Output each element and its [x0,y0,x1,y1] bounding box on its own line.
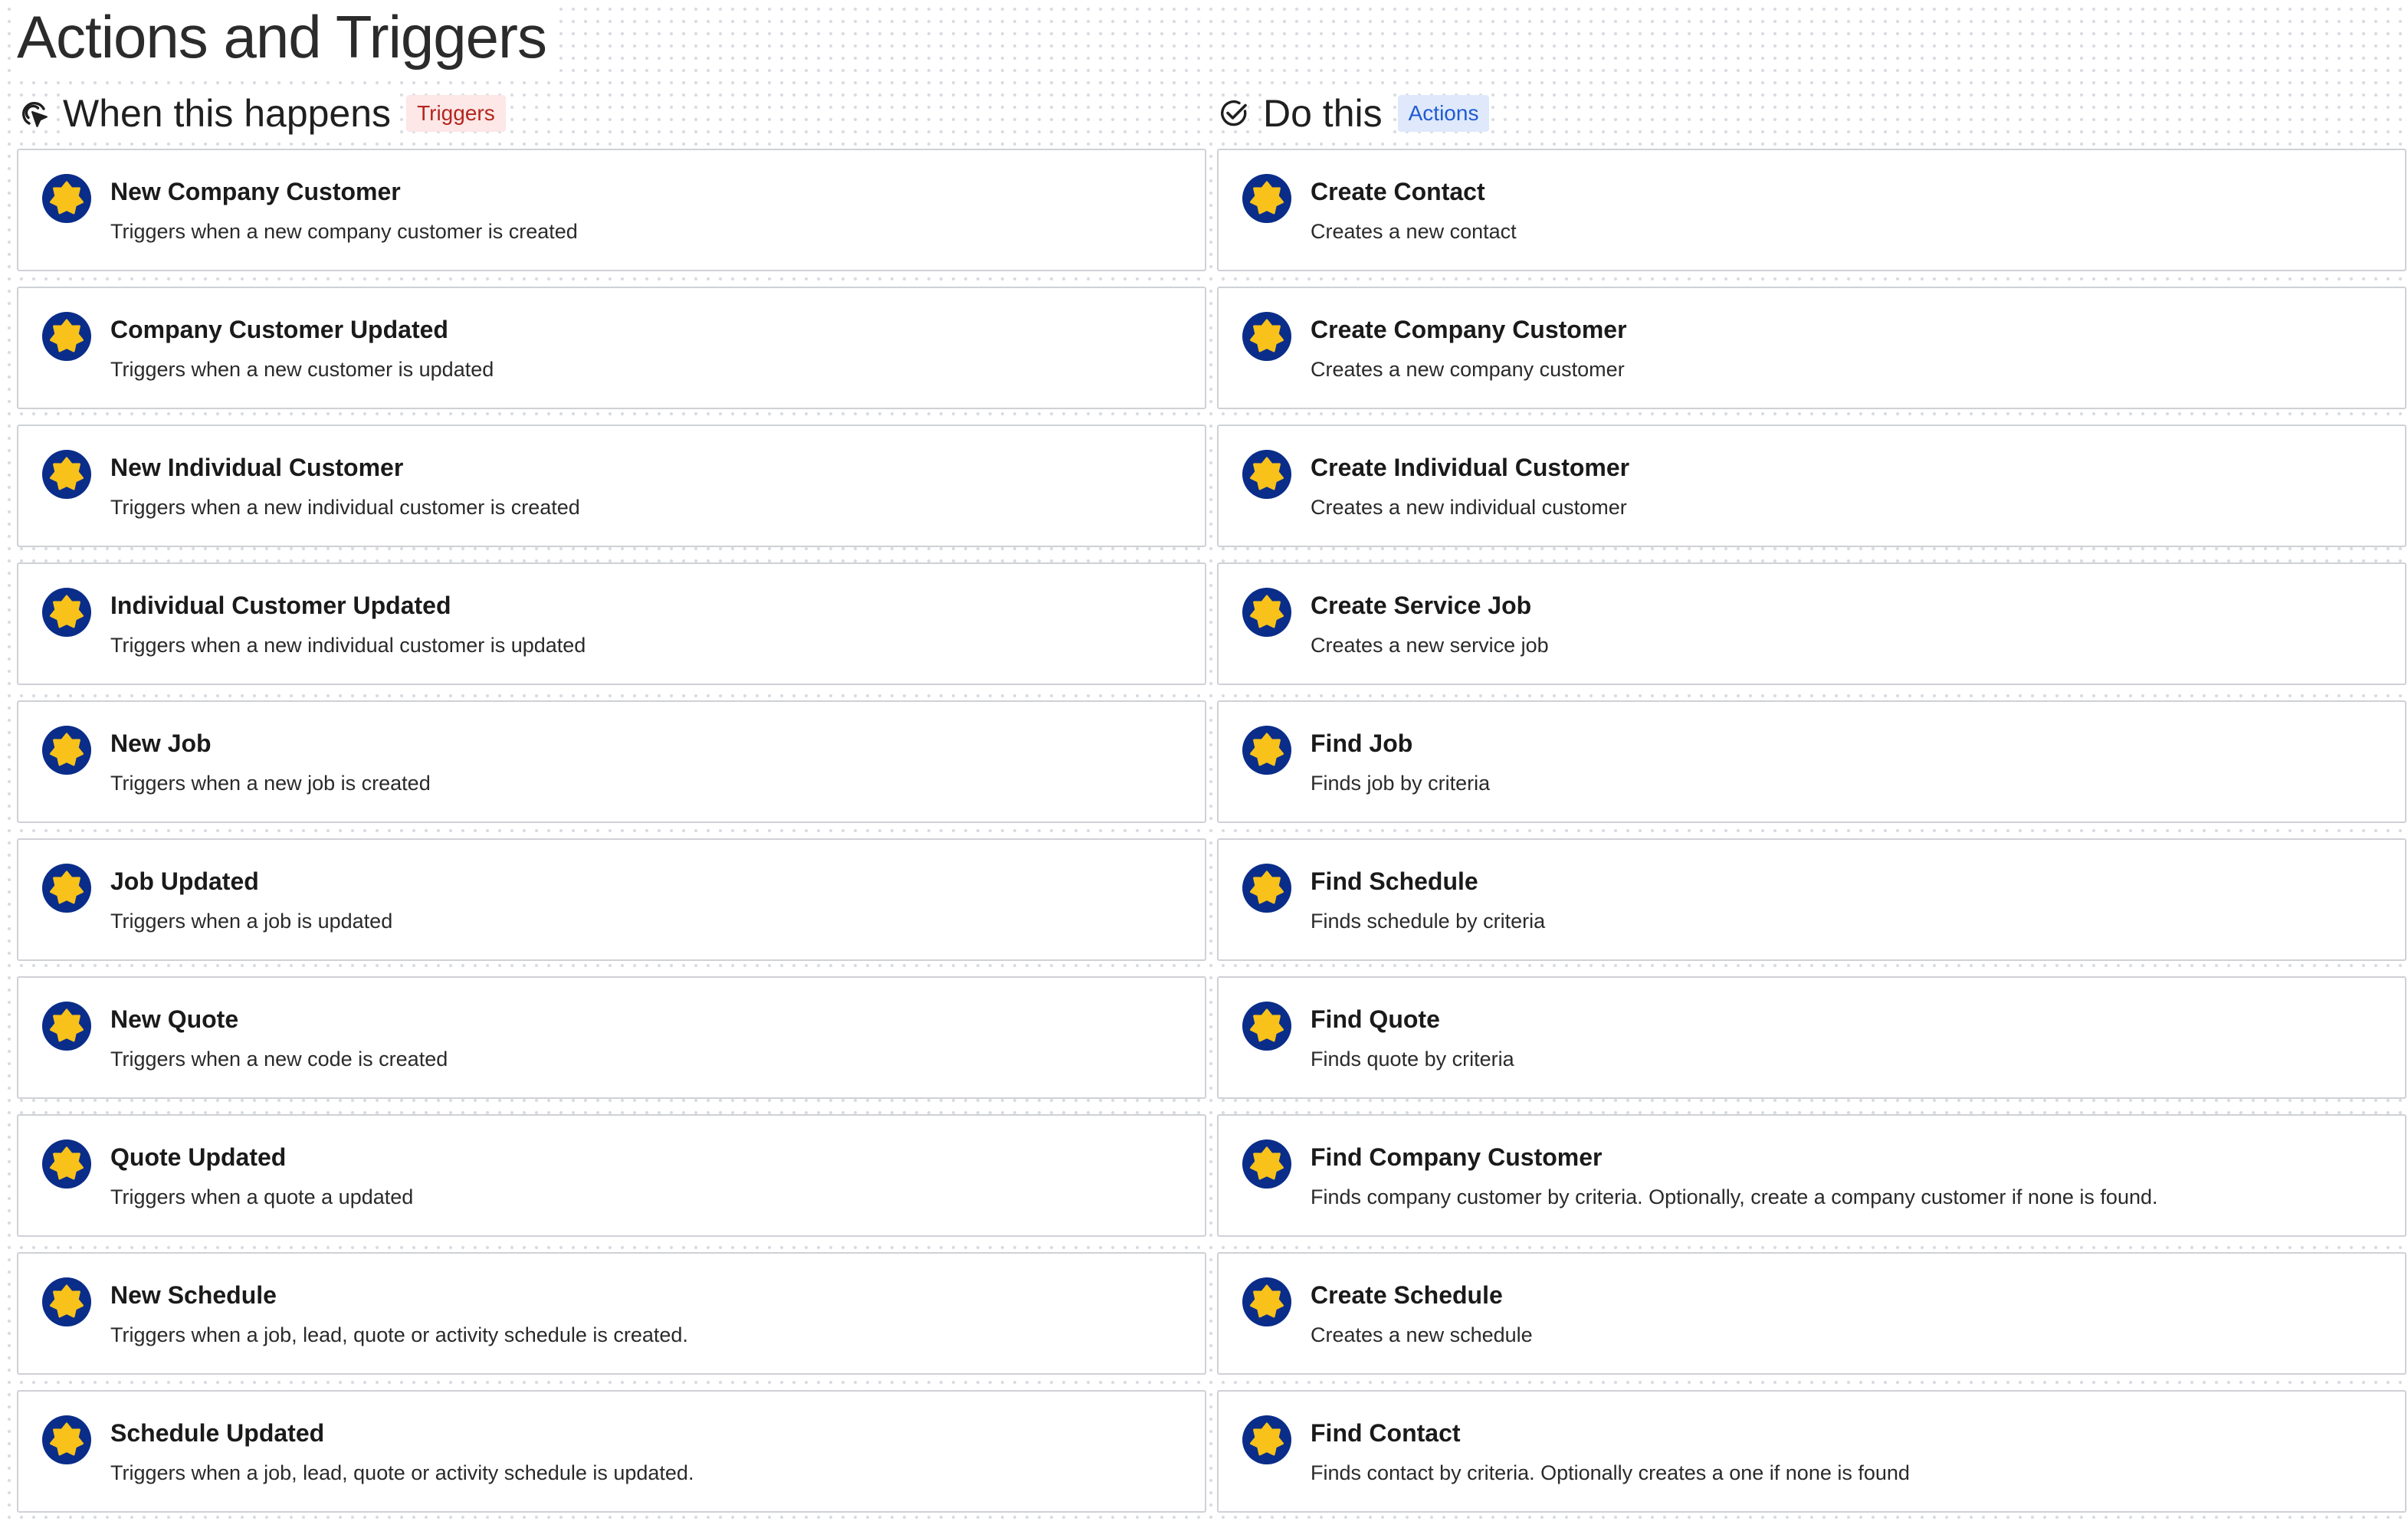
actions-card-title: Create Contact [1311,178,1485,205]
triggers-card-description: Triggers when a quote a updated [110,1185,414,1208]
app-logo-star-icon [41,587,92,638]
app-logo-star-icon [41,1415,92,1465]
actions-card[interactable]: Find Contact Finds contact by criteria. O… [1217,1390,2406,1513]
actions-card-title: Create Company Customer [1311,316,1627,343]
triggers-card-description: Triggers when a new individual customer … [110,634,586,657]
app-logo-star-icon [1242,725,1292,775]
app-logo-star-icon [1242,1415,1292,1465]
triggers-card[interactable]: New Individual Customer Triggers when a n… [17,425,1206,547]
actions-card-title: Find Schedule [1311,867,1478,895]
triggers-card[interactable]: Quote Updated Triggers when a quote a upd… [17,1114,1206,1237]
triggers-heading: When this happens [63,90,396,136]
app-logo-star-icon [1242,863,1292,913]
triggers-card-description: Triggers when a new company customer is … [110,220,578,243]
actions-card[interactable]: Find Quote Finds quote by criteria [1217,976,2406,1099]
triggers-card-description: Triggers when a job, lead, quote or acti… [110,1461,694,1484]
triggers-list: New Company Customer Triggers when a new … [17,149,1206,1513]
actions-card-description: Creates a new service job [1311,634,1549,657]
triggers-card-description: Triggers when a new code is created [110,1048,448,1071]
actions-card-title: Create Individual Customer [1311,454,1630,481]
actions-card-title: Create Schedule [1311,1281,1503,1309]
triggers-card[interactable]: New Schedule Triggers when a job, lead, q… [17,1252,1206,1375]
triggers-badge: Triggers [406,95,506,132]
triggers-column: When this happens Triggers New Company C… [17,89,1206,1528]
actions-badge: Actions [1397,95,1490,132]
actions-card[interactable]: Create Schedule Creates a new schedule [1217,1252,2406,1375]
actions-card[interactable]: Create Service Job Creates a new service … [1217,562,2406,685]
app-logo-star-icon [1242,1139,1292,1189]
triggers-card-title: Quote Updated [110,1143,287,1171]
triggers-card-description: Triggers when a job is updated [110,910,393,933]
actions-card[interactable]: Find Job Finds job by criteria [1217,700,2406,823]
actions-card-description: Creates a new individual customer [1311,496,1627,519]
actions-list: Create Contact Creates a new contact Creat… [1217,149,2406,1513]
app-logo-star-icon [1242,311,1292,362]
page-title: Actions and Triggers [17,2,553,72]
triggers-card-title: New Quote [110,1005,239,1033]
app-logo-star-icon [1242,173,1292,224]
actions-card-title: Find Quote [1311,1005,1440,1033]
app-logo-star-icon [1242,1001,1292,1051]
app-logo-star-icon [1242,587,1292,638]
actions-card[interactable]: Create Individual Customer Creates a new … [1217,425,2406,547]
actions-card-description: Creates a new company customer [1311,358,1625,381]
app-logo-star-icon [41,1139,92,1189]
actions-card[interactable]: Find Company Customer Finds company custo… [1217,1114,2406,1237]
actions-card-title: Find Job [1311,730,1413,757]
triggers-card[interactable]: Job Updated Triggers when a job is update… [17,838,1206,961]
triggers-card-title: New Company Customer [110,178,401,205]
triggers-card-title: Schedule Updated [110,1419,325,1447]
triggers-card[interactable]: Schedule Updated Triggers when a job, lea… [17,1390,1206,1513]
app-logo-star-icon [41,725,92,775]
app-logo-star-icon [41,449,92,500]
triggers-card-title: New Job [110,730,212,757]
app-logo-star-icon [1242,1277,1292,1327]
triggers-card-description: Triggers when a job, lead, quote or acti… [110,1323,688,1346]
app-logo-star-icon [41,1277,92,1327]
triggers-card-title: Job Updated [110,867,259,895]
actions-card-description: Finds schedule by criteria [1311,910,1546,933]
actions-card-description: Creates a new schedule [1311,1323,1533,1346]
actions-card[interactable]: Create Company Customer Creates a new com… [1217,287,2406,409]
actions-card-description: Creates a new contact [1311,220,1517,243]
triggers-card[interactable]: Company Customer Updated Triggers when a … [17,287,1206,409]
cursor-click-icon [18,98,49,129]
triggers-card-title: Company Customer Updated [110,316,448,343]
actions-heading: Do this [1263,90,1387,136]
actions-card-description: Finds contact by criteria. Optionally cr… [1311,1461,1910,1484]
triggers-card-description: Triggers when a new job is created [110,772,431,795]
triggers-card[interactable]: New Quote Triggers when a new code is cre… [17,976,1206,1099]
app-logo-star-icon [41,863,92,913]
app-logo-star-icon [41,1001,92,1051]
check-circle-icon [1219,98,1249,129]
triggers-card[interactable]: New Company Customer Triggers when a new … [17,149,1206,271]
triggers-card[interactable]: Individual Customer Updated Triggers when… [17,562,1206,685]
triggers-card[interactable]: New Job Triggers when a new job is create… [17,700,1206,823]
triggers-card-description: Triggers when a new individual customer … [110,496,580,519]
triggers-card-title: New Schedule [110,1281,277,1309]
app-logo-star-icon [41,311,92,362]
actions-card-title: Create Service Job [1311,592,1532,619]
actions-header: Do this Actions [1217,89,2406,138]
triggers-card-description: Triggers when a new customer is updated [110,358,494,381]
app-logo-star-icon [1242,449,1292,500]
app-logo-star-icon [41,173,92,224]
triggers-card-title: Individual Customer Updated [110,592,451,619]
actions-card-title: Find Contact [1311,1419,1461,1447]
actions-card[interactable]: Create Contact Creates a new contact [1217,149,2406,271]
actions-card-description: Finds job by criteria [1311,772,1491,795]
actions-card-title: Find Company Customer [1311,1143,1603,1171]
actions-card[interactable]: Find Schedule Finds schedule by criteria [1217,838,2406,961]
triggers-header: When this happens Triggers [17,89,1206,138]
actions-card-description: Finds quote by criteria [1311,1048,1514,1071]
actions-card-description: Finds company customer by criteria. Opti… [1311,1185,2158,1208]
triggers-card-title: New Individual Customer [110,454,404,481]
actions-column: Do this Actions Create Contact Creates a … [1217,89,2406,1528]
